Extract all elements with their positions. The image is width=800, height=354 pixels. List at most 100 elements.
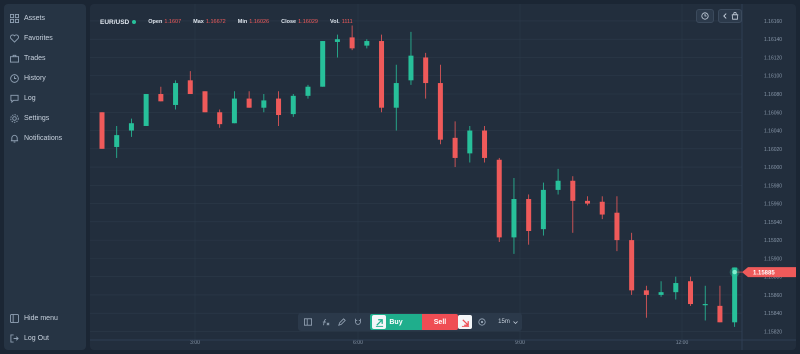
logout-icon: [10, 333, 19, 343]
y-tick-label: 1.16120: [764, 55, 782, 61]
y-tick-label: 1.16020: [764, 147, 782, 153]
candle-body: [673, 283, 679, 293]
hide-menu-label: Hide menu: [24, 314, 58, 322]
collapse-panel-button[interactable]: [718, 9, 742, 23]
candle-body: [717, 305, 723, 323]
candle-body: [364, 41, 370, 46]
candle-body: [379, 41, 385, 108]
buy-label: Buy: [389, 318, 403, 326]
chevron-down-icon: [513, 320, 518, 324]
indicators-icon[interactable]: [322, 318, 330, 326]
sidebar-item-history[interactable]: History: [10, 70, 82, 86]
pencil-icon[interactable]: [338, 318, 346, 326]
chart-panel[interactable]: 3:00 6:00 9:00 12:00 1.16160 1.16140 1.16120 1.…: [90, 4, 796, 350]
y-tick-label: 1.15840: [764, 311, 782, 317]
sidebar-item-label: Trades: [24, 54, 46, 62]
y-tick-label: 1.15980: [764, 183, 782, 189]
candle-body: [585, 200, 591, 204]
candle-body: [276, 98, 282, 116]
candle-body: [202, 91, 208, 113]
sidebar-item-assets[interactable]: Assets: [10, 10, 82, 26]
y-tick-label: 1.15920: [764, 238, 782, 244]
candle-body: [393, 83, 399, 108]
candle-body: [452, 137, 458, 158]
candle-body: [231, 98, 237, 124]
arrow-up-right-icon: [375, 318, 383, 327]
candle-body: [496, 159, 502, 238]
sell-arrow-button[interactable]: [458, 315, 472, 329]
price-chart[interactable]: 3:00 6:00 9:00 12:00 1.16160 1.16140 1.16120 1.…: [90, 4, 796, 350]
current-price-label: 1.15885: [753, 270, 775, 276]
y-tick-label: 1.16100: [764, 74, 782, 80]
x-tick-label: 3:00: [190, 340, 200, 346]
clock-icon: [701, 12, 709, 20]
candle-body: [217, 112, 223, 125]
min-label: Min: [237, 19, 248, 25]
y-tick-label: 1.16080: [764, 92, 782, 98]
buy-arrow-button[interactable]: [372, 315, 386, 329]
vol-value: 1111: [341, 19, 353, 25]
log-out-button[interactable]: Log Out: [10, 330, 82, 346]
timeframe-select[interactable]: 15m: [496, 314, 520, 330]
shopping-bag-icon: [731, 12, 738, 20]
candle-body: [658, 292, 664, 295]
candle-body: [305, 86, 311, 96]
candle-body: [526, 199, 532, 231]
asset-symbol[interactable]: EUR/USD: [100, 19, 129, 26]
vol-label: Vol.: [330, 19, 340, 25]
y-tick-label: 1.15940: [764, 220, 782, 226]
candle-body: [467, 130, 473, 154]
heart-icon: [10, 33, 19, 43]
sidebar-item-label: Log: [24, 94, 36, 102]
candle-body: [599, 201, 605, 215]
trading-toolbar: Buy Sell 15m: [298, 313, 522, 331]
y-tick-label: 1.16000: [764, 165, 782, 171]
timeframe-value: 15m: [498, 319, 510, 325]
candle-body: [437, 83, 443, 140]
sidebar: Assets Favorites Trades History Log Sett…: [4, 4, 86, 350]
sell-button[interactable]: Sell: [422, 314, 458, 330]
chat-icon: [10, 94, 19, 103]
x-tick-label: 6:00: [353, 340, 363, 346]
sidebar-item-trades[interactable]: Trades: [10, 50, 82, 66]
timer-icon: [478, 318, 486, 326]
asset-info-bar: EUR/USD Open 1.1607 Max 1.16672 Min 1.16…: [100, 16, 365, 28]
candle-body: [629, 240, 635, 291]
sidebar-item-settings[interactable]: Settings: [10, 110, 82, 126]
sidebar-item-label: Notifications: [24, 134, 63, 142]
candle-body: [246, 98, 252, 108]
candle-body: [290, 95, 296, 115]
y-tick-label: 1.16140: [764, 37, 782, 43]
candle-body: [482, 130, 488, 158]
candle-body: [114, 135, 120, 147]
history-button[interactable]: [696, 9, 714, 23]
sidebar-item-label: Settings: [24, 114, 50, 122]
gear-icon: [10, 113, 19, 123]
live-status-dot: [132, 20, 137, 24]
max-label: Max: [193, 19, 204, 25]
y-tick-label: 1.15960: [764, 202, 782, 208]
layout-icon[interactable]: [304, 318, 312, 326]
close-value: 1.16029: [298, 19, 318, 25]
close-label: Close: [281, 19, 297, 25]
sidebar-item-log[interactable]: Log: [10, 90, 82, 106]
candle-body: [143, 94, 149, 126]
candle-body: [158, 94, 164, 102]
magnet-icon[interactable]: [354, 318, 362, 326]
y-tick-label: 1.16060: [764, 110, 782, 116]
y-tick-label: 1.15860: [764, 293, 782, 299]
candle-body: [408, 55, 414, 81]
sidebar-item-favorites[interactable]: Favorites: [10, 30, 82, 46]
candle-body: [614, 212, 620, 241]
candle-body: [349, 37, 355, 49]
hide-menu-button[interactable]: Hide menu: [10, 310, 82, 326]
grid-icon: [10, 13, 19, 23]
candle-body: [173, 83, 179, 105]
y-tick-label: 1.16040: [764, 129, 782, 135]
open-label: Open: [148, 19, 163, 25]
y-tick-label: 1.16160: [764, 19, 782, 25]
candle-body: [688, 281, 694, 305]
sidebar-item-notifications[interactable]: Notifications: [10, 130, 82, 146]
candle-body: [128, 123, 134, 131]
y-tick-label: 1.15820: [764, 329, 782, 335]
